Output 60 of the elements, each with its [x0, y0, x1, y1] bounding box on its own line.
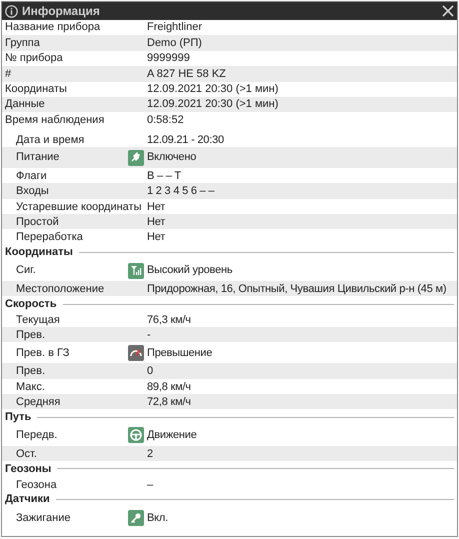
info-icon: [5, 4, 18, 18]
row-value: Нет: [147, 214, 166, 230]
row-label: Устаревшие координаты: [15, 200, 142, 215]
row-value: 12.09.21 - 20:30: [147, 132, 224, 148]
field-label: #: [4, 66, 12, 82]
section-heading: Путь: [4, 410, 32, 425]
row-label: Дата и время: [15, 132, 84, 148]
field-value: 9999999: [147, 51, 190, 66]
row-label: Сиг.: [15, 263, 36, 278]
section-heading: Скорость: [4, 296, 57, 312]
row-value: Включено: [147, 150, 196, 166]
row-value: Движение: [147, 428, 197, 444]
row-value: Превышение: [147, 346, 212, 361]
row-label: Флаги: [15, 169, 47, 184]
row-value: Придорожная, 16, Опытный, Чувашия Цивильский р-н (45 м): [147, 282, 446, 298]
row-label: Средняя: [15, 395, 60, 410]
window-title: Информация: [22, 3, 101, 20]
row-label: Простой: [15, 214, 59, 230]
field-value: Freightliner: [147, 20, 202, 36]
field-value: 12.09.2021 20:30 (>1 мин): [147, 82, 278, 98]
field-value: 12.09.2021 20:30 (>1 мин): [147, 97, 278, 112]
row-value: Нет: [147, 230, 166, 246]
field-label: Данные: [4, 97, 46, 112]
section-heading: Координаты: [4, 245, 73, 260]
row-label: Геозона: [15, 478, 57, 493]
field-label: Время наблюдения: [4, 112, 106, 128]
row-label: Прев.: [15, 328, 46, 344]
row-value: 76,3 км/ч: [147, 312, 191, 328]
field-value: A 827 HE 58 KZ: [147, 66, 226, 82]
row-label: Питание: [15, 150, 60, 166]
row-value: 89,8 км/ч: [147, 380, 191, 395]
close-icon[interactable]: [442, 5, 454, 17]
row-label: Прев. в ГЗ: [15, 346, 70, 361]
field-label: Координаты: [4, 82, 68, 98]
row-label: Входы: [15, 184, 49, 200]
field-label: № прибора: [4, 51, 64, 66]
section-heading: Геозоны: [4, 462, 52, 477]
row-value: B – – T: [147, 169, 181, 184]
field-value: Demo (РП): [147, 36, 202, 51]
row-value: Вкл.: [147, 510, 168, 526]
row-value: Нет: [147, 200, 166, 215]
row-label: Зажигание: [15, 510, 70, 526]
row-label: Переработка: [15, 230, 83, 246]
row-label: Прев.: [15, 364, 46, 380]
row-value: -: [147, 328, 150, 344]
row-value: 1 2 3 4 5 6 – –: [147, 184, 214, 200]
row-value: Высокий уровень: [147, 263, 232, 278]
section-heading: Датчики: [4, 492, 50, 508]
row-label: Текущая: [15, 312, 60, 328]
field-value: 0:58:52: [147, 112, 184, 128]
row-value: –: [147, 478, 153, 493]
row-label: Макс.: [15, 380, 45, 395]
row-label: Местоположение: [15, 282, 104, 298]
row-value: 72,8 км/ч: [147, 395, 191, 410]
row-label: Передв.: [15, 428, 58, 444]
field-label: Группа: [4, 36, 41, 51]
row-label: Ост.: [15, 446, 37, 462]
row-value: 0: [147, 364, 153, 380]
field-label: Название прибора: [4, 20, 102, 36]
row-value: 2: [147, 446, 153, 462]
